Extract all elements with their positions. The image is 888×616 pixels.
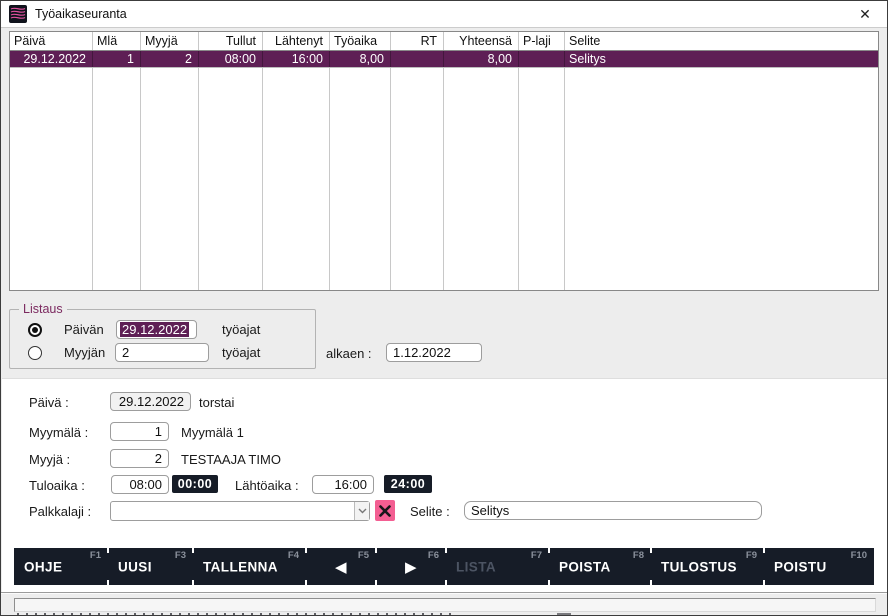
cell-tyoaika: 8,00 bbox=[330, 51, 391, 67]
palkkalaji-dropdown[interactable] bbox=[110, 501, 370, 521]
col-header-paiva: Päivä bbox=[10, 32, 93, 50]
myyja-label: Myyjä : bbox=[29, 452, 70, 467]
tulostus-button[interactable]: TULOSTUS F9 bbox=[651, 548, 764, 585]
previous-record-button[interactable]: ◀ F5 bbox=[306, 548, 376, 585]
uusi-button[interactable]: UUSI F3 bbox=[108, 548, 193, 585]
paiva-label: Päivä : bbox=[29, 395, 69, 410]
radio-myyjan[interactable] bbox=[28, 346, 42, 360]
table-empty-area bbox=[10, 68, 878, 290]
myyja-name-label: TESTAAJA TIMO bbox=[181, 452, 281, 467]
fkey-label: F7 bbox=[531, 550, 542, 561]
myyjan-number-input[interactable] bbox=[115, 343, 209, 362]
tallenna-button[interactable]: TALLENNA F4 bbox=[193, 548, 306, 585]
tuloaika-field[interactable] bbox=[111, 475, 169, 494]
myyja-number-field[interactable] bbox=[110, 449, 169, 468]
paivan-date-selected-text: 29.12.2022 bbox=[120, 322, 189, 337]
worktime-table: Päivä Mlä Myyjä Tullut Lähtenyt Työaika … bbox=[9, 31, 879, 291]
col-header-lahtenyt: Lähtenyt bbox=[263, 32, 330, 50]
col-header-mla: Mlä bbox=[93, 32, 141, 50]
col-header-rt: RT bbox=[391, 32, 444, 50]
function-toolbar: OHJE F1 UUSI F3 TALLENNA F4 ◀ F5 ▶ F6 LI… bbox=[14, 548, 874, 585]
lista-button: LISTA F7 bbox=[446, 548, 549, 585]
cell-mla: 1 bbox=[93, 51, 141, 67]
alkaen-date-input[interactable] bbox=[386, 343, 482, 362]
table-header-row: Päivä Mlä Myyjä Tullut Lähtenyt Työaika … bbox=[10, 32, 878, 51]
fkey-label: F8 bbox=[633, 550, 644, 561]
app-window: Työaikaseuranta ✕ Päivä Mlä Myyjä Tullut… bbox=[0, 0, 888, 616]
lahtoaika-max-badge: 24:00 bbox=[384, 475, 432, 493]
next-record-button[interactable]: ▶ F6 bbox=[376, 548, 446, 585]
status-bar bbox=[14, 598, 876, 612]
myymala-label: Myymälä : bbox=[29, 425, 88, 440]
fkey-label: F6 bbox=[428, 550, 439, 561]
ohje-button[interactable]: OHJE F1 bbox=[14, 548, 108, 585]
myyjan-suffix-label: työajat bbox=[222, 345, 260, 360]
lahtoaika-label: Lähtöaika : bbox=[235, 478, 299, 493]
poista-button[interactable]: POISTA F8 bbox=[549, 548, 651, 585]
myyjan-label: Myyjän bbox=[64, 345, 108, 360]
poistu-button[interactable]: POISTU F10 bbox=[764, 548, 874, 585]
fkey-label: F3 bbox=[175, 550, 186, 561]
paivan-date-input[interactable]: 29.12.2022 bbox=[116, 320, 197, 339]
col-header-tullut: Tullut bbox=[199, 32, 263, 50]
cell-paiva: 29.12.2022 bbox=[10, 51, 93, 67]
chevron-down-icon[interactable] bbox=[354, 502, 369, 520]
cell-yhteensa: 8,00 bbox=[444, 51, 519, 67]
fkey-label: F9 bbox=[746, 550, 757, 561]
table-row-selected[interactable]: 29.12.2022 1 2 08:00 16:00 8,00 8,00 Sel… bbox=[10, 51, 878, 68]
cell-plaji bbox=[519, 51, 565, 67]
paivan-suffix-label: työajat bbox=[222, 322, 260, 337]
window-title: Työaikaseuranta bbox=[35, 7, 127, 21]
arrow-left-icon: ◀ bbox=[335, 558, 347, 576]
selite-field[interactable] bbox=[464, 501, 762, 520]
radio-paivan[interactable] bbox=[28, 323, 42, 337]
lahtoaika-field[interactable] bbox=[312, 475, 374, 494]
tuloaika-min-badge: 00:00 bbox=[172, 475, 218, 493]
col-header-selite: Selite bbox=[565, 32, 878, 50]
arrow-right-icon: ▶ bbox=[405, 558, 417, 576]
alkaen-label: alkaen : bbox=[326, 346, 372, 361]
close-icon[interactable]: ✕ bbox=[843, 1, 887, 28]
fkey-label: F5 bbox=[358, 550, 369, 561]
divider bbox=[1, 592, 887, 594]
title-bar: Työaikaseuranta ✕ bbox=[1, 1, 887, 28]
myymala-number-field[interactable] bbox=[110, 422, 169, 441]
col-header-tyoaika: Työaika bbox=[330, 32, 391, 50]
myymala-name-label: Myymälä 1 bbox=[181, 425, 244, 440]
col-header-yhteensa: Yhteensä bbox=[444, 32, 519, 50]
clear-palkkalaji-button[interactable] bbox=[375, 500, 395, 521]
fkey-label: F1 bbox=[90, 550, 101, 561]
fkey-label: F4 bbox=[288, 550, 299, 561]
col-header-plaji: P-laji bbox=[519, 32, 565, 50]
x-icon bbox=[379, 505, 391, 517]
cell-selite: Selitys bbox=[565, 51, 878, 67]
col-header-myyja: Myyjä bbox=[141, 32, 199, 50]
listaus-legend: Listaus bbox=[19, 302, 67, 316]
paiva-date-field[interactable] bbox=[110, 392, 191, 411]
app-logo-icon bbox=[9, 5, 27, 23]
tuloaika-label: Tuloaika : bbox=[29, 478, 85, 493]
paivan-label: Päivän bbox=[64, 322, 108, 337]
cell-tullut: 08:00 bbox=[199, 51, 263, 67]
selite-label: Selite : bbox=[410, 504, 450, 519]
cell-lahtenyt: 16:00 bbox=[263, 51, 330, 67]
cell-myyja: 2 bbox=[141, 51, 199, 67]
fkey-label: F10 bbox=[851, 550, 867, 561]
cell-rt bbox=[391, 51, 444, 67]
palkkalaji-label: Palkkalaji : bbox=[29, 504, 91, 519]
listaus-groupbox: Listaus Päivän 29.12.2022 työajat Myyjän… bbox=[9, 309, 316, 369]
weekday-label: torstai bbox=[199, 395, 234, 410]
